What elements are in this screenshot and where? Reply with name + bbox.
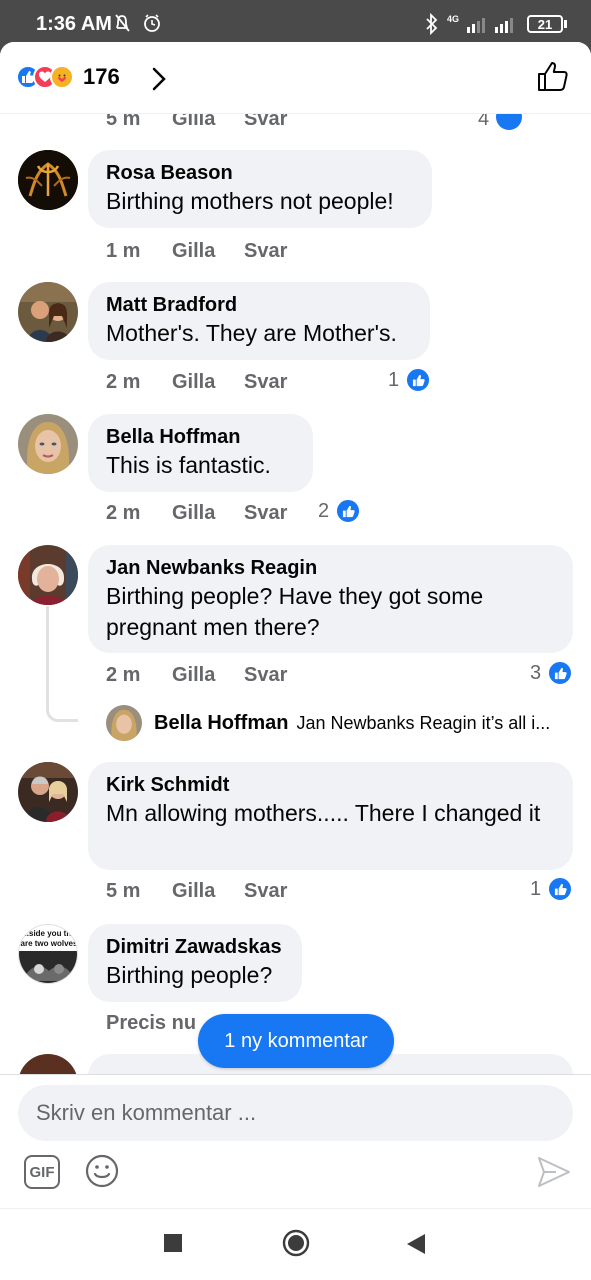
comment-author[interactable]: Rosa Beason [106, 160, 414, 186]
comment-like-count[interactable]: 1 [530, 876, 574, 902]
comment-actions: 2 m Gilla Svar [106, 371, 406, 397]
avatar[interactable] [18, 150, 78, 210]
battery-level: 21 [527, 15, 563, 33]
comment-actions-peek: 5 m Gilla Svar 4 [106, 114, 546, 131]
emoji-icon[interactable] [84, 1153, 120, 1189]
comment-author[interactable]: Kirk Schmidt [106, 772, 555, 798]
system-nav-bar [0, 1208, 591, 1280]
like-comment-button[interactable]: Gilla [172, 880, 215, 903]
avatar[interactable]: ...side you the are two wolves [18, 924, 78, 984]
like-badge-icon [496, 114, 522, 130]
comment-actions: 2 m Gilla Svar [106, 664, 406, 690]
back-icon[interactable] [406, 1233, 426, 1255]
reactions-header: 176 [0, 42, 591, 114]
comment-like-count[interactable]: 1 [388, 367, 432, 393]
comment-bubble[interactable]: Rosa Beason Birthing mothers not people! [88, 150, 432, 228]
comment-author[interactable]: Dimitri Zawadskas [106, 934, 284, 960]
status-icons [114, 12, 166, 40]
battery-icon: 21 [527, 15, 567, 33]
comment-actions: 5 m Gilla Svar [106, 880, 406, 906]
recents-icon[interactable] [163, 1233, 183, 1253]
status-bar: 1:36 AM 4G 21 [0, 0, 591, 48]
avatar[interactable] [18, 545, 78, 605]
reply-preview[interactable]: Bella Hoffman Jan Newbanks Reagin it’s a… [106, 704, 576, 742]
reply-button[interactable]: Svar [244, 371, 287, 394]
comment-like-count[interactable]: 3 [530, 660, 574, 686]
comment-time: Precis nu [106, 1012, 197, 1034]
comment-like-count[interactable]: 2 [318, 498, 362, 524]
status-time: 1:36 AM [36, 13, 112, 35]
comment-list: 5 m Gilla Svar 4 Rosa Beason Birthing mo… [0, 114, 591, 1074]
like-badge-icon [405, 367, 432, 393]
comment-bubble[interactable]: Jan Newbanks Reagin Birthing people? Hav… [88, 545, 573, 653]
comment-author[interactable]: Matt Bradford [106, 292, 412, 318]
comment-text: This is fantastic. [106, 452, 271, 478]
send-icon[interactable] [536, 1155, 572, 1189]
reaction-count: 176 [83, 64, 120, 89]
comment-bubble[interactable]: Dimitri Zawadskas Birthing people? [88, 924, 302, 1002]
reply-button[interactable]: Svar [244, 880, 287, 903]
like-badge-icon [335, 498, 362, 524]
comment-time: 1 m [106, 240, 141, 262]
care-icon [50, 65, 74, 89]
comment-actions: 1 m Gilla Svar [106, 240, 406, 266]
bluetooth-icon [426, 13, 438, 35]
like-count: 2 [318, 499, 330, 522]
like-post-icon[interactable] [537, 60, 569, 92]
comment-time: 5 m [106, 114, 141, 130]
reply-text: Jan Newbanks Reagin it’s all i... [296, 712, 551, 733]
avatar-caption: ...side you the are two wolves [20, 929, 78, 948]
like-comment-button[interactable]: Gilla [172, 502, 215, 525]
like-count: 3 [530, 661, 542, 684]
reactions-summary[interactable]: 176 [16, 64, 120, 90]
reply-button[interactable]: Svar [244, 502, 287, 525]
reply-button[interactable]: Svar [244, 240, 287, 263]
comment-bubble[interactable]: Bella Hoffman This is fantastic. [88, 414, 313, 492]
like-comment-button[interactable]: Gilla [172, 114, 215, 131]
comment-bubble[interactable]: Matt Bradford Mother's. They are Mother'… [88, 282, 430, 360]
like-comment-button[interactable]: Gilla [172, 371, 215, 394]
chevron-right-icon[interactable] [150, 66, 168, 92]
thread-connector [46, 606, 78, 722]
comment-text: Birthing mothers not people! [106, 188, 394, 214]
comment-author[interactable]: Bella Hoffman [106, 424, 295, 450]
reply-button[interactable]: Svar [244, 114, 287, 131]
avatar[interactable] [18, 1054, 78, 1074]
comment-author[interactable]: Jan Newbanks Reagin [106, 555, 555, 581]
comment-composer: GIF [0, 1074, 591, 1208]
home-icon[interactable] [282, 1229, 310, 1257]
comment-input[interactable] [18, 1085, 573, 1141]
like-count: 4 [478, 114, 490, 130]
comment-time: 5 m [106, 880, 141, 902]
like-comment-button[interactable]: Gilla [172, 664, 215, 687]
like-count: 1 [388, 368, 400, 391]
like-comment-button[interactable]: Gilla [172, 240, 215, 263]
comment-text: Birthing people? Have they got some preg… [106, 583, 484, 640]
avatar[interactable] [18, 282, 78, 342]
like-count: 1 [530, 877, 542, 900]
like-badge-icon [547, 660, 574, 686]
comment-bubble[interactable]: Kirk Schmidt Mn allowing mothers..... Th… [88, 762, 573, 870]
comment-text: Birthing people? [106, 962, 273, 988]
network-type: 4G [446, 14, 459, 24]
like-badge-icon [547, 876, 574, 902]
muted-alarm-icon [115, 14, 160, 32]
comment-time: 2 m [106, 664, 141, 686]
new-comments-button[interactable]: 1 ny kommentar [198, 1014, 394, 1068]
reply-button[interactable]: Svar [244, 664, 287, 687]
signal-icon [467, 18, 513, 33]
gif-button[interactable]: GIF [24, 1155, 60, 1189]
reply-avatar[interactable] [106, 705, 142, 741]
comment-time: 2 m [106, 502, 141, 524]
status-right: 4G 21 [425, 13, 567, 35]
comment-time: 2 m [106, 371, 141, 393]
comment-text: Mother's. They are Mother's. [106, 320, 397, 346]
comments-sheet: 176 5 m Gilla Svar 4 Rosa Beason Birthin… [0, 42, 591, 1280]
reply-author[interactable]: Bella Hoffman [154, 712, 288, 735]
comment-text: Mn allowing mothers..... There I changed… [106, 800, 541, 826]
avatar[interactable] [18, 414, 78, 474]
avatar[interactable] [18, 762, 78, 822]
